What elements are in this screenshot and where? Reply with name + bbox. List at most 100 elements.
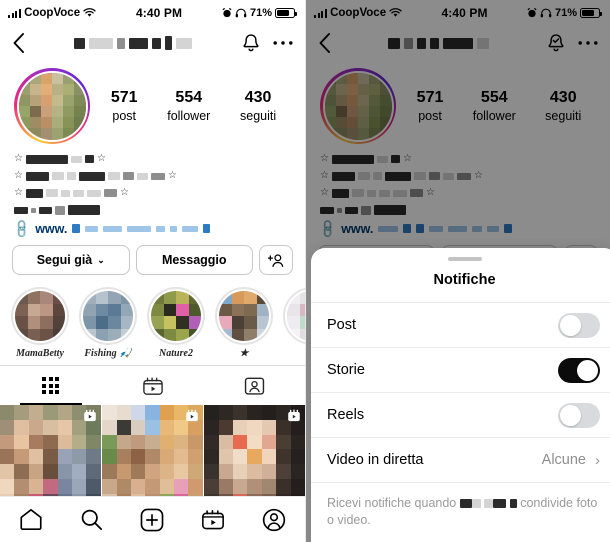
stat-following[interactable]: 430 seguiti bbox=[240, 88, 276, 125]
profile-icon[interactable] bbox=[262, 508, 286, 532]
post-thumbnail[interactable] bbox=[204, 405, 305, 509]
add-post-icon[interactable] bbox=[140, 508, 164, 532]
highlight-cover bbox=[15, 291, 65, 341]
carrier-label: CoopVoce bbox=[330, 7, 387, 19]
stat-followers[interactable]: 554 follower bbox=[167, 88, 210, 125]
stat-followers-label: follower bbox=[472, 108, 516, 123]
follow-button-label: Segui già bbox=[36, 253, 93, 267]
headphones-icon bbox=[235, 8, 247, 18]
highlight-item[interactable]: MamaBetty bbox=[10, 287, 70, 359]
bio-line: ☆ ☆ bbox=[14, 169, 291, 183]
status-bar: CoopVoce 4:40 PM 71% bbox=[0, 0, 305, 26]
stat-following-number: 430 bbox=[244, 88, 272, 106]
stat-posts-number: 571 bbox=[416, 88, 444, 106]
status-time: 4:40 PM bbox=[441, 6, 488, 20]
signal-icon bbox=[8, 8, 22, 18]
carrier-label: CoopVoce bbox=[24, 7, 81, 19]
link-prefix: www. bbox=[35, 221, 68, 236]
stat-followers-number: 554 bbox=[175, 88, 203, 106]
star-icon: ☆ bbox=[14, 187, 23, 198]
notification-row-reels[interactable]: Reels bbox=[311, 393, 610, 437]
tab-reels[interactable] bbox=[102, 366, 204, 405]
follow-button[interactable]: Segui già ⌄ bbox=[12, 245, 130, 275]
reel-indicator-icon bbox=[83, 409, 97, 423]
highlight-item[interactable]: Fishing 🎣 bbox=[78, 287, 138, 359]
right-screen-notifications-sheet: CoopVoce 4:40 PM 71% 571 post 554 follow… bbox=[305, 0, 610, 542]
home-icon[interactable] bbox=[19, 508, 43, 531]
profile-header: 571 post 554 follower 430 seguiti bbox=[0, 60, 305, 148]
message-button[interactable]: Messaggio bbox=[135, 245, 253, 275]
avatar-pixelated-image bbox=[18, 72, 86, 140]
highlight-label: Fishing 🎣 bbox=[84, 348, 132, 359]
notification-row-post[interactable]: Post bbox=[311, 303, 610, 347]
signal-icon bbox=[314, 8, 328, 18]
avatar[interactable] bbox=[320, 68, 396, 144]
stat-posts-label: post bbox=[418, 108, 442, 123]
highlight-label: Nature2 bbox=[159, 348, 193, 359]
post-toggle[interactable] bbox=[558, 312, 600, 338]
more-options-icon[interactable] bbox=[273, 40, 293, 46]
stat-posts[interactable]: 571 post bbox=[111, 88, 138, 125]
bell-check-icon[interactable] bbox=[546, 33, 566, 54]
stat-following-label: seguiti bbox=[240, 108, 277, 123]
highlight-label: 🏷 bbox=[282, 348, 305, 359]
highlight-cover bbox=[83, 291, 133, 341]
add-person-icon bbox=[267, 253, 285, 268]
profile-actions: Segui già ⌄ Messaggio bbox=[0, 236, 305, 285]
battery-percent: 71% bbox=[554, 7, 577, 19]
tab-tagged[interactable] bbox=[203, 366, 305, 405]
avatar[interactable] bbox=[14, 68, 90, 144]
bio-line: ☆ ☆ bbox=[14, 152, 291, 166]
star-icon: ☆ bbox=[473, 170, 483, 181]
battery-percent: 71% bbox=[249, 7, 272, 19]
stat-posts-label: post bbox=[112, 108, 137, 123]
stat-following[interactable]: 430 seguiti bbox=[545, 88, 581, 125]
star-icon: ☆ bbox=[119, 187, 129, 198]
stat-following-label: seguiti bbox=[545, 108, 582, 123]
highlight-item[interactable]: 🏷 bbox=[282, 287, 305, 359]
bio-line: ☆ ☆ bbox=[320, 169, 596, 183]
wifi-icon bbox=[83, 8, 96, 18]
back-icon[interactable] bbox=[318, 33, 331, 53]
headphones-icon bbox=[540, 8, 552, 18]
bio-line: ☆ ☆ bbox=[14, 186, 291, 200]
highlight-item[interactable]: ★ bbox=[214, 287, 274, 359]
stat-following-number: 430 bbox=[549, 88, 577, 106]
highlight-cover bbox=[219, 291, 269, 341]
profile-stats: 571 post 554 follower 430 seguiti bbox=[90, 88, 291, 125]
notification-row-storie[interactable]: Storie bbox=[311, 348, 610, 392]
more-options-icon[interactable] bbox=[578, 40, 598, 46]
bell-icon[interactable] bbox=[241, 33, 261, 54]
profile-navbar bbox=[0, 26, 305, 60]
bio-link[interactable]: 🔗 www. bbox=[11, 217, 291, 239]
left-screen-profile: CoopVoce 4:40 PM 71% 571 post 554 follow… bbox=[0, 0, 305, 542]
row-label: Video in diretta bbox=[327, 452, 424, 468]
bottom-navigation bbox=[0, 496, 305, 542]
reels-icon bbox=[142, 376, 164, 396]
stat-followers[interactable]: 554 follower bbox=[473, 88, 516, 125]
search-icon[interactable] bbox=[80, 508, 103, 531]
chevron-down-icon: ⌄ bbox=[97, 254, 105, 265]
footer-prefix: Ricevi notifiche quando bbox=[327, 496, 457, 510]
post-thumbnail[interactable] bbox=[0, 405, 101, 509]
reels-toggle[interactable] bbox=[558, 402, 600, 428]
message-button-label: Messaggio bbox=[161, 253, 227, 267]
star-icon: ☆ bbox=[320, 153, 329, 164]
storie-toggle[interactable] bbox=[558, 357, 600, 383]
stat-posts-number: 571 bbox=[110, 88, 138, 106]
bio-link[interactable]: 🔗 www. bbox=[317, 217, 596, 239]
highlight-item[interactable]: Nature2 bbox=[146, 287, 206, 359]
tab-grid[interactable] bbox=[0, 366, 102, 405]
reels-icon[interactable] bbox=[201, 508, 225, 531]
post-thumbnail[interactable] bbox=[102, 405, 203, 509]
add-person-button[interactable] bbox=[259, 245, 293, 275]
star-icon: ☆ bbox=[14, 153, 23, 164]
back-icon[interactable] bbox=[12, 33, 25, 53]
highlight-label: ★ bbox=[239, 348, 249, 359]
notification-row-live[interactable]: Video in diretta Alcune › bbox=[311, 438, 610, 482]
stat-posts[interactable]: 571 post bbox=[417, 88, 444, 125]
row-label: Reels bbox=[327, 407, 365, 423]
profile-stats: 571 post 554 follower 430 seguiti bbox=[396, 88, 596, 125]
highlight-cover bbox=[287, 291, 305, 341]
alarm-icon bbox=[222, 8, 232, 18]
